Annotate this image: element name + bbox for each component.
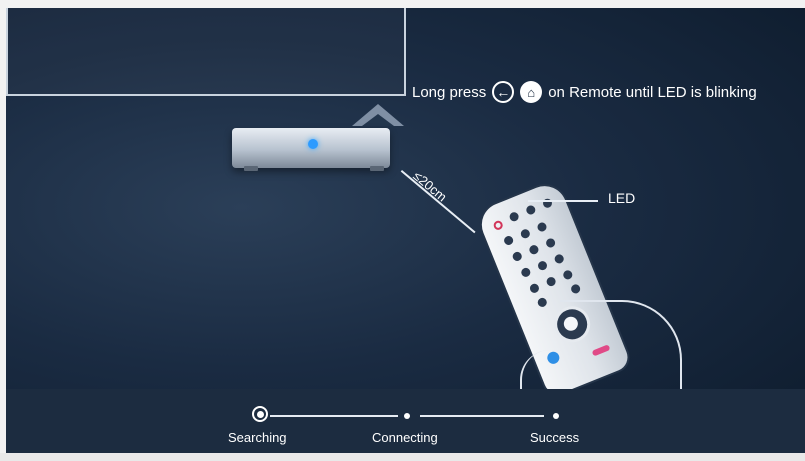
box-foot-left (244, 166, 258, 171)
step-active-dot (256, 410, 264, 418)
pairing-instruction: Long press ← ⌂ on Remote until LED is bl… (412, 80, 757, 104)
remote-key (524, 204, 537, 216)
remote-key (536, 221, 548, 233)
remote-key (536, 296, 549, 309)
home-button-icon: ⌂ (520, 81, 543, 103)
step-searching-indicator (252, 406, 268, 422)
remote-key (519, 227, 532, 240)
remote-key (536, 259, 549, 272)
tv-stand-inner (362, 114, 394, 126)
step-label-success: Success (530, 430, 580, 445)
remote-key (569, 283, 582, 295)
remote-key (508, 210, 520, 223)
step-label-searching: Searching (228, 430, 287, 445)
remote-key (553, 253, 566, 265)
remote-key (545, 275, 557, 288)
step-connector (270, 415, 398, 417)
remote-key (561, 268, 574, 281)
step-connector (420, 415, 544, 417)
remote-key (519, 266, 532, 279)
step-success-indicator (553, 413, 559, 419)
box-foot-right (370, 166, 384, 171)
led-pointer-line (528, 200, 598, 202)
back-button-icon: ← (492, 81, 515, 103)
step-label-connecting: Connecting (372, 430, 438, 445)
remote-key (528, 282, 541, 295)
remote-key (528, 243, 540, 256)
tv-illustration (6, 8, 406, 96)
led-label: LED (608, 190, 636, 206)
box-led-indicator (308, 139, 318, 149)
step-connecting-indicator (404, 413, 410, 419)
remote-key (511, 250, 524, 263)
instruction-prefix: Long press (412, 83, 487, 101)
remote-key (502, 234, 515, 247)
frame-bottom-edge (0, 453, 805, 461)
instruction-suffix: on Remote until LED is blinking (548, 83, 757, 101)
remote-power-icon (492, 219, 505, 232)
remote-key (544, 237, 557, 249)
frame-top-edge (0, 0, 805, 8)
